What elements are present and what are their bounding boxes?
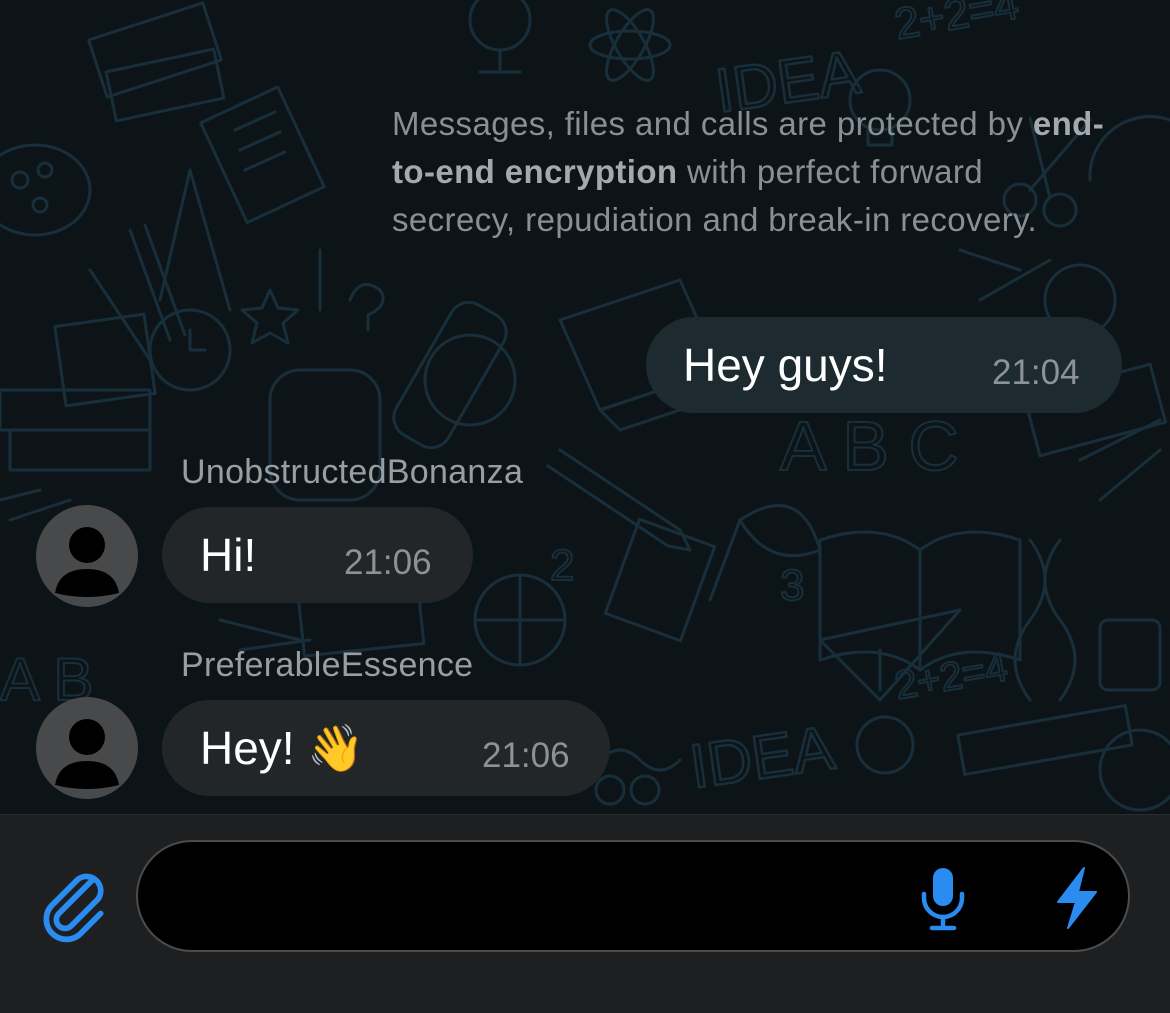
microphone-button[interactable] [918,866,968,932]
chat-area[interactable]: IDEA 2+2=4 A B C 2 3 IDEA 2+2=4 A B Mess… [0,0,1170,814]
message-input-box[interactable] [136,840,1130,952]
notice-text-before: Messages, files and calls are protected … [392,105,1024,142]
attach-button[interactable] [36,868,112,944]
lightning-bolt-icon [1057,867,1097,929]
avatar[interactable] [36,697,138,799]
svg-text:3: 3 [780,561,804,610]
person-silhouette-icon [55,719,119,789]
svg-text:2: 2 [550,541,574,590]
microphone-icon [921,868,965,931]
incoming-message-bubble[interactable]: Hey! 👋 21:06 [162,700,610,796]
message-text: Hey guys! [683,339,888,391]
lightning-bolt-button[interactable] [1054,866,1100,930]
outgoing-message-bubble[interactable]: Hey guys! 21:04 [646,317,1122,413]
svg-text:IDEA: IDEA [686,713,840,802]
encryption-notice: Messages, files and calls are protected … [392,100,1112,244]
message-text: Hi! [200,529,257,581]
message-input[interactable] [178,872,882,924]
message-time: 21:04 [992,353,1080,392]
incoming-message-bubble[interactable]: Hi! 21:06 [162,507,473,603]
message-text: Hey! 👋 [200,722,365,774]
svg-text:2+2=4: 2+2=4 [891,645,1010,708]
svg-text:2+2=4: 2+2=4 [891,0,1022,49]
message-sender-name[interactable]: PreferableEssence [181,645,473,685]
svg-text:A B C: A B C [780,407,959,485]
avatar[interactable] [36,505,138,607]
message-time: 21:06 [482,736,570,775]
paperclip-icon [43,873,104,943]
message-sender-name[interactable]: UnobstructedBonanza [181,452,523,492]
message-time: 21:06 [344,543,432,582]
person-silhouette-icon [55,527,119,597]
